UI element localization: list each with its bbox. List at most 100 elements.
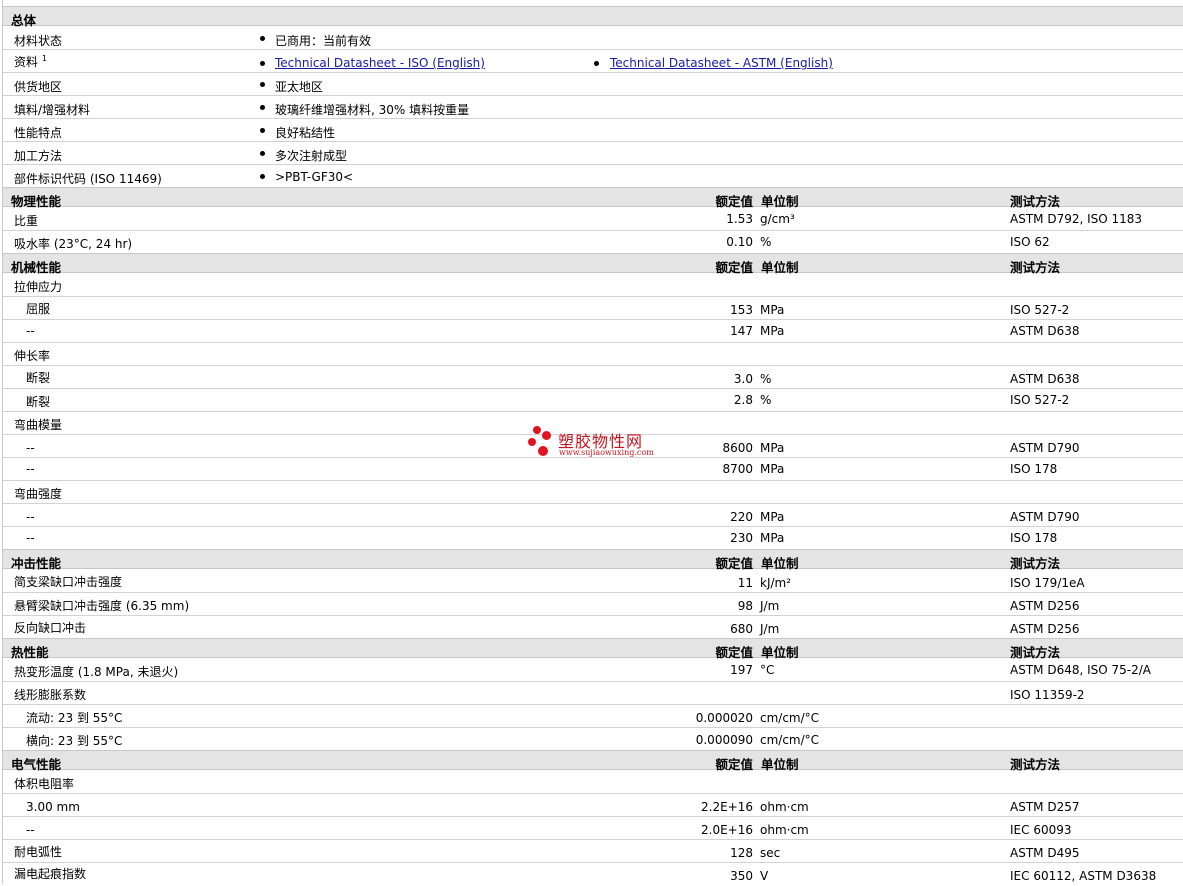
row-value: 2.8	[733, 393, 753, 407]
row-value: 11	[737, 576, 753, 590]
row-label: 耐电弧性	[14, 845, 63, 859]
row-label: --	[26, 510, 35, 524]
link-astm-datasheet[interactable]: Technical Datasheet - ASTM (English)	[610, 56, 833, 70]
logo-dot	[528, 438, 536, 446]
row-value: 197	[730, 663, 753, 677]
row-value: 已商用：当前有效	[275, 34, 372, 48]
row-unit: MPa	[760, 441, 785, 455]
row-value: 147	[730, 324, 753, 338]
row-value: 亚太地区	[275, 80, 324, 94]
row-unit: ohm·cm	[760, 823, 809, 837]
section-header-mechanical: 机械性能 额定值 单位制 测试方法	[3, 253, 1183, 275]
row-unit: MPa	[760, 462, 785, 476]
row-label: 断裂	[26, 371, 51, 385]
datasheet-link[interactable]: Technical Datasheet - ASTM (English)	[610, 56, 833, 70]
row-unit: %	[760, 393, 772, 407]
row-label: 悬臂梁缺口冲击强度 (6.35 mm)	[14, 599, 190, 613]
row-test: ASTM D648, ISO 75-2/A	[1010, 663, 1151, 677]
row-label: 加工方法	[14, 149, 63, 163]
row-material-status: 材料状态 已商用：当前有效	[3, 27, 1183, 50]
row-unit: cm/cm/°C	[760, 711, 820, 725]
row-part-marking: 部件标识代码 (ISO 11469) >PBT-GF30<	[3, 165, 1183, 188]
row-test: ASTM D638	[1010, 324, 1080, 338]
row-label: 断裂	[26, 395, 51, 409]
row-value: 良好粘结性	[275, 126, 336, 140]
row-value: 8700	[722, 462, 753, 476]
row-unit: MPa	[760, 510, 785, 524]
group-label: 线形膨胀系数	[14, 688, 87, 702]
logo-dot	[538, 446, 548, 456]
row-test: ISO 527-2	[1010, 303, 1070, 317]
row-label: 吸水率 (23°C, 24 hr)	[14, 237, 133, 251]
logo-dot	[533, 426, 541, 434]
bullet-icon	[260, 36, 265, 41]
datasheet-link[interactable]: Technical Datasheet - ISO (English)	[275, 56, 485, 70]
row-tensile-astm: -- 147 MPa ASTM D638	[3, 320, 1183, 343]
row-unit: V	[760, 869, 769, 883]
section-header-thermal: 热性能 额定值 单位制 测试方法	[3, 638, 1183, 660]
bullet-icon	[260, 82, 265, 87]
row-test: ASTM D790	[1010, 441, 1080, 455]
row-value: 玻璃纤维增强材料, 30% 填料按重量	[275, 103, 470, 117]
group-label: 弯曲强度	[14, 487, 63, 501]
row-value: 220	[730, 510, 753, 524]
row-test: ASTM D790	[1010, 510, 1080, 524]
row-value: 153	[730, 303, 753, 317]
row-test: ASTM D495	[1010, 846, 1080, 860]
row-label: 3.00 mm	[26, 800, 80, 814]
bullet-icon	[260, 174, 265, 179]
bullet-icon	[260, 105, 265, 110]
row-label: 资料 1	[14, 54, 47, 69]
row-flex-modulus-iso: -- 8700 MPa ISO 178	[3, 458, 1183, 481]
row-unit: MPa	[760, 303, 785, 317]
section-header-physical: 物理性能 额定值 单位制 测试方法	[3, 187, 1183, 209]
row-label: --	[26, 462, 35, 476]
row-flex-strength-astm: -- 220 MPa ASTM D790	[3, 504, 1183, 527]
row-label: 简支梁缺口冲击强度	[14, 575, 123, 589]
row-features: 性能特点 良好粘结性	[3, 119, 1183, 142]
row-test: ISO 527-2	[1010, 393, 1070, 407]
row-value: 350	[730, 869, 753, 883]
row-test: ASTM D256	[1010, 599, 1080, 613]
row-label: 供货地区	[14, 80, 63, 94]
section-header-general: 总体	[3, 6, 1183, 28]
row-elongation-iso: 断裂 2.8 % ISO 527-2	[3, 389, 1183, 412]
link-iso-datasheet[interactable]: Technical Datasheet - ISO (English)	[275, 56, 485, 70]
row-label: 热变形温度 (1.8 MPa, 未退火)	[14, 665, 179, 679]
row-label: --	[26, 324, 35, 338]
row-unit: sec	[760, 846, 781, 860]
row-test: ISO 178	[1010, 462, 1058, 476]
group-volume-resistivity: 体积电阻率	[3, 771, 1183, 794]
row-test: ISO 179/1eA	[1010, 576, 1085, 590]
row-label: --	[26, 823, 35, 837]
row-unit: %	[760, 235, 772, 249]
row-label: 反向缺口冲击	[14, 621, 87, 635]
row-cti: 漏电起痕指数 350 V IEC 60112, ASTM D3638	[3, 863, 1183, 886]
row-test: ISO 11359-2	[1010, 688, 1085, 702]
row-label: 漏电起痕指数	[14, 867, 87, 881]
row-flex-strength-iso: -- 230 MPa ISO 178	[3, 527, 1183, 550]
row-reverse-notched: 反向缺口冲击 680 J/m ASTM D256	[3, 616, 1183, 639]
bullet-icon	[260, 128, 265, 133]
row-label: 横向: 23 到 55°C	[26, 734, 123, 748]
row-specific-gravity: 比重 1.53 g/cm³ ASTM D792, ISO 1183	[3, 208, 1183, 231]
group-label: 拉伸应力	[14, 280, 63, 294]
row-arc-resistance: 耐电弧性 128 sec ASTM D495	[3, 840, 1183, 863]
row-unit: cm/cm/°C	[760, 733, 820, 747]
row-volume-resistivity-iec: -- 2.0E+16 ohm·cm IEC 60093	[3, 817, 1183, 840]
row-label: 比重	[14, 214, 39, 228]
bullet-icon	[594, 61, 599, 66]
row-unit: kJ/m²	[760, 576, 792, 590]
row-test: ASTM D256	[1010, 622, 1080, 636]
row-unit: °C	[760, 663, 775, 677]
row-test: ASTM D257	[1010, 800, 1080, 814]
row-label: 流动: 23 到 55°C	[26, 711, 123, 725]
row-value: 1.53	[726, 212, 753, 226]
row-label: 部件标识代码 (ISO 11469)	[14, 172, 162, 186]
row-value: 2.0E+16	[701, 823, 753, 837]
row-value: 230	[730, 531, 753, 545]
datasheet: 总体 材料状态 已商用：当前有效 资料 1 Technical Datashee…	[0, 0, 1183, 884]
row-clte-flow: 流动: 23 到 55°C 0.000020 cm/cm/°C	[3, 705, 1183, 728]
row-unit: ohm·cm	[760, 800, 809, 814]
row-label: 屈服	[26, 302, 51, 316]
